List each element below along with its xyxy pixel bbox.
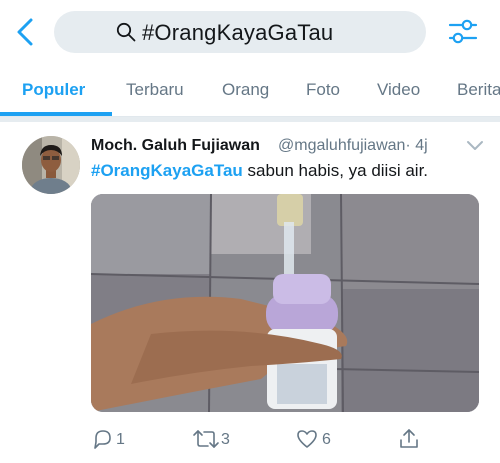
- search-query[interactable]: #OrangKayaGaTau: [142, 20, 333, 46]
- top-bar: #OrangKayaGaTau: [0, 0, 500, 66]
- tweet-body: sabun habis, ya diisi air.: [242, 161, 429, 180]
- tab-berita[interactable]: Berita: [457, 80, 500, 100]
- tab-populer[interactable]: Populer: [22, 80, 85, 100]
- chevron-left-icon[interactable]: [12, 16, 40, 48]
- photo-image: [91, 194, 479, 412]
- tweet-card[interactable]: Moch. Galuh Fujiawan @mgaluhfujiawan· 4j…: [0, 122, 500, 463]
- reply-icon: [94, 430, 111, 449]
- like-count: 6: [322, 431, 331, 448]
- hashtag-link[interactable]: #OrangKayaGaTau: [91, 161, 243, 180]
- tab-video[interactable]: Video: [377, 80, 420, 100]
- tab-foto[interactable]: Foto: [306, 80, 340, 100]
- reply-count: 1: [116, 431, 125, 448]
- tab-orang[interactable]: Orang: [222, 80, 269, 100]
- retweet-button[interactable]: 3: [192, 428, 230, 452]
- search-field[interactable]: #OrangKayaGaTau: [54, 11, 426, 53]
- retweet-icon: [193, 430, 219, 448]
- reply-button[interactable]: 1: [92, 428, 125, 452]
- tweet-time: · 4j: [405, 137, 428, 154]
- active-tab-indicator: [0, 112, 112, 116]
- tweet-photo[interactable]: [91, 194, 479, 412]
- avatar-image: [22, 136, 80, 194]
- retweet-count: 3: [221, 431, 230, 448]
- author-name[interactable]: Moch. Galuh Fujiawan: [91, 137, 260, 155]
- chevron-down-icon[interactable]: [466, 139, 484, 153]
- tweet-actions: 1 3 6: [0, 428, 500, 454]
- share-button[interactable]: [398, 428, 420, 452]
- tab-bar: Populer Terbaru Orang Foto Video Berita: [0, 66, 500, 117]
- avatar[interactable]: [22, 136, 80, 194]
- tab-terbaru[interactable]: Terbaru: [126, 80, 184, 100]
- author-handle: @mgaluhfujiawan: [278, 137, 406, 154]
- author-handle-and-time[interactable]: @mgaluhfujiawan· 4j: [278, 137, 428, 155]
- like-button[interactable]: 6: [296, 428, 331, 452]
- sliders-icon[interactable]: [448, 17, 478, 47]
- search-icon: [116, 22, 136, 42]
- heart-icon: [297, 430, 317, 448]
- tweet-text: #OrangKayaGaTau sabun habis, ya diisi ai…: [91, 161, 428, 181]
- share-icon: [400, 429, 418, 448]
